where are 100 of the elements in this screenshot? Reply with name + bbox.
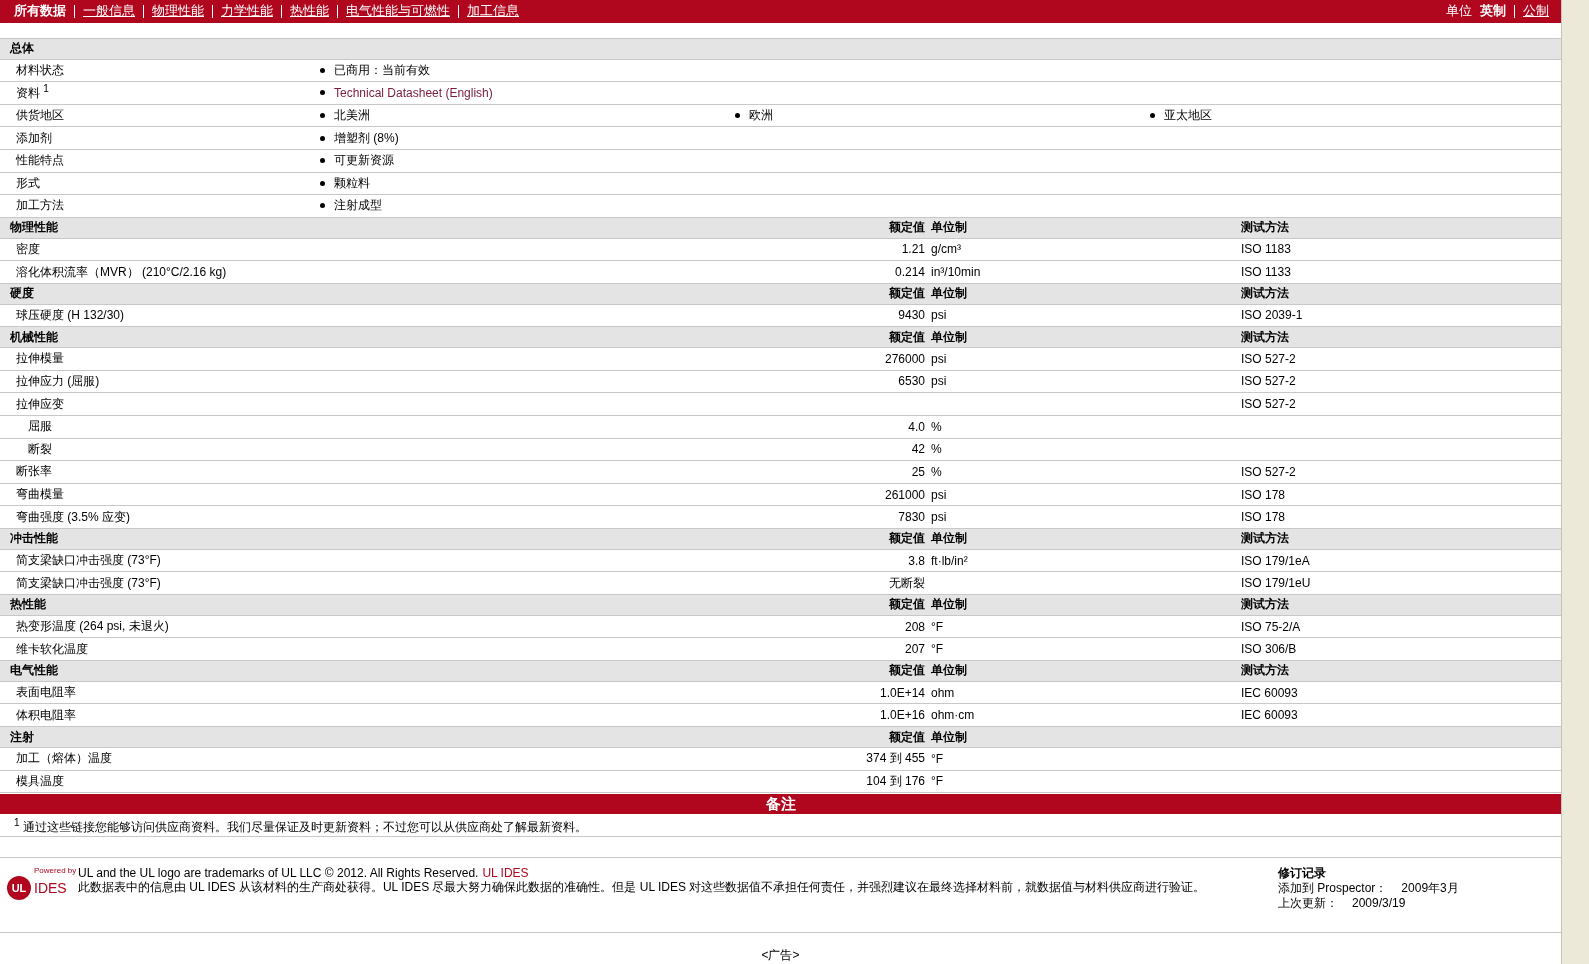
nav-tab[interactable]: 力学性能 <box>221 2 273 21</box>
value-cell-text: 6530 <box>897 374 926 389</box>
revision-label: 上次更新： <box>1278 895 1338 911</box>
section-title: 注射 <box>10 728 35 746</box>
property-label: 拉伸应变 <box>15 395 65 413</box>
value-cell-text: 0.214 <box>893 265 926 279</box>
property-label: 材料状态 <box>15 61 65 79</box>
column-header: 测试方法 <box>1241 285 1290 303</box>
value-cell-text: 1.0E+14 <box>878 685 926 700</box>
value-cell-text: 1.0E+16 <box>878 708 926 723</box>
test-method-cell-text: ISO 1183 <box>1241 242 1292 257</box>
property-value: 颗粒料 <box>334 174 370 192</box>
value-cell-text: 无断裂 <box>888 574 926 592</box>
property-value: 已商用：当前有效 <box>334 61 430 79</box>
property-value: 欧洲 <box>749 107 773 124</box>
nav-tab[interactable]: 电气性能与可燃性 <box>346 2 450 21</box>
unit-toggle[interactable]: 英制 <box>1480 2 1506 21</box>
column-header: 额定值 <box>888 596 926 614</box>
property-label: 模具温度 <box>15 772 65 790</box>
bullet-icon <box>1150 113 1155 118</box>
unit-cell-text: psi <box>931 308 948 323</box>
unit-toggle[interactable]: 公制 <box>1523 2 1549 21</box>
value-cell-text: 7830 <box>897 510 926 525</box>
nav-tab[interactable]: 加工信息 <box>467 2 519 21</box>
property-label: 断裂 <box>27 440 53 458</box>
test-method-cell-text: ISO 527-2 <box>1241 397 1297 412</box>
test-method-cell-text: IEC 60093 <box>1241 708 1299 723</box>
notes-header: 备注 <box>0 794 1561 814</box>
bullet-icon <box>320 180 325 186</box>
value-cell-text: 25 <box>910 464 926 479</box>
nav-tab[interactable]: 一般信息 <box>83 2 135 21</box>
value-cell-text: 1.21 <box>900 242 926 257</box>
unit-cell-text: in³/10min <box>931 265 982 279</box>
revision-title: 修订记录 <box>1278 865 1327 881</box>
nav-tab[interactable]: 热性能 <box>290 2 329 21</box>
unit-cell-text: psi <box>931 351 948 366</box>
column-header: 测试方法 <box>1241 596 1290 614</box>
column-header: 单位制 <box>931 662 968 680</box>
ul-ides-link[interactable]: UL IDES <box>482 865 529 880</box>
bullet-icon <box>735 113 740 118</box>
property-value: 亚太地区 <box>1164 107 1212 124</box>
property-label: 屈服 <box>27 418 53 436</box>
section-title: 电气性能 <box>10 662 59 680</box>
value-cell-text: 208 <box>903 619 926 634</box>
column-header: 额定值 <box>888 219 926 237</box>
footnote: $^{1}$ 通过这些链接您能够访问供应商资料。我们尽量保证及时更新资料；不过您可以从供应商处了解最新资料。 <box>14 815 587 834</box>
nav-tab[interactable]: 物理性能 <box>152 2 204 21</box>
unit-cell-text: % <box>931 419 943 434</box>
unit-cell-text: psi <box>931 374 948 389</box>
column-header: 额定值 <box>888 285 926 303</box>
property-label: 体积电阻率 <box>15 706 77 724</box>
unit-cell-text: psi <box>931 487 948 502</box>
bullet-icon <box>320 90 325 96</box>
column-header: 额定值 <box>888 530 926 548</box>
column-header: 单位制 <box>931 530 968 548</box>
unit-cell-text: °F <box>931 774 945 789</box>
revision-label: 添加到 Prospector： <box>1278 880 1388 896</box>
scrollbar[interactable] <box>1561 0 1589 964</box>
test-method-cell-text: ISO 179/1eU <box>1241 576 1312 591</box>
column-header: 单位制 <box>931 219 968 237</box>
test-method-cell-text: ISO 1133 <box>1241 265 1292 279</box>
property-label: 表面电阻率 <box>15 684 77 702</box>
units-label: 单位 <box>1446 2 1472 21</box>
unit-cell-text: g/cm³ <box>931 242 962 257</box>
section-title: 物理性能 <box>10 219 59 237</box>
property-label: 弯曲模量 <box>15 486 65 504</box>
property-label: 简支梁缺口冲击强度 (73°F) <box>15 552 162 570</box>
ad-label: <广告> <box>761 947 800 964</box>
column-header: 测试方法 <box>1241 662 1290 680</box>
value-cell-text: 9430 <box>897 308 926 323</box>
nav-tab[interactable]: 所有数据 <box>14 2 66 21</box>
column-header: 额定值 <box>888 328 926 346</box>
test-method-cell-text: ISO 178 <box>1241 487 1287 502</box>
property-label: 拉伸应力 (屈服) <box>15 373 101 390</box>
column-header: 单位制 <box>931 596 968 614</box>
section-title: 总体 <box>10 40 35 58</box>
value-cell-text: 42 <box>910 442 926 457</box>
column-header: 额定值 <box>888 728 926 746</box>
column-header: 额定值 <box>888 662 926 680</box>
unit-cell-text: ohm·cm <box>931 708 976 723</box>
property-label: 供货地区 <box>15 107 65 124</box>
property-label: 加工方法 <box>15 197 65 215</box>
revision-date: 2009/3/19 <box>1352 895 1406 911</box>
test-method-cell-text: ISO 306/B <box>1241 642 1298 657</box>
value-cell-text: 104 到 176 <box>865 772 926 790</box>
column-header: 测试方法 <box>1241 219 1290 237</box>
disclaimer-text: 此数据表中的信息由 UL IDES 从该材料的生产商处获得。UL IDES 尽最大努力确保此数据的准确性。但是 UL IDES 对这些数据值不承担任何责任，并强烈建议在最终选择材料前，就数据值与材料供应商进行验证。 <box>78 879 1207 894</box>
property-label: 弯曲强度 (3.5% 应变) <box>15 508 131 526</box>
unit-cell-text: °F <box>931 642 945 657</box>
revision-date: 2009年3月 <box>1401 880 1459 896</box>
datasheet-link[interactable]: Technical Datasheet (English) <box>334 85 493 100</box>
value-cell-text: 261000 <box>883 487 926 502</box>
property-label: 溶化体积流率（MVR） (210°C/2.16 kg) <box>15 263 228 281</box>
test-method-cell-text: ISO 2039-1 <box>1241 308 1304 323</box>
unit-cell-text: % <box>931 464 943 479</box>
column-header: 单位制 <box>931 728 968 746</box>
property-value: 增塑剂 (8%) <box>334 129 399 147</box>
property-value: 注射成型 <box>334 197 382 215</box>
value-cell-text: 207 <box>903 642 926 657</box>
value-cell-text: 276000 <box>883 351 926 366</box>
